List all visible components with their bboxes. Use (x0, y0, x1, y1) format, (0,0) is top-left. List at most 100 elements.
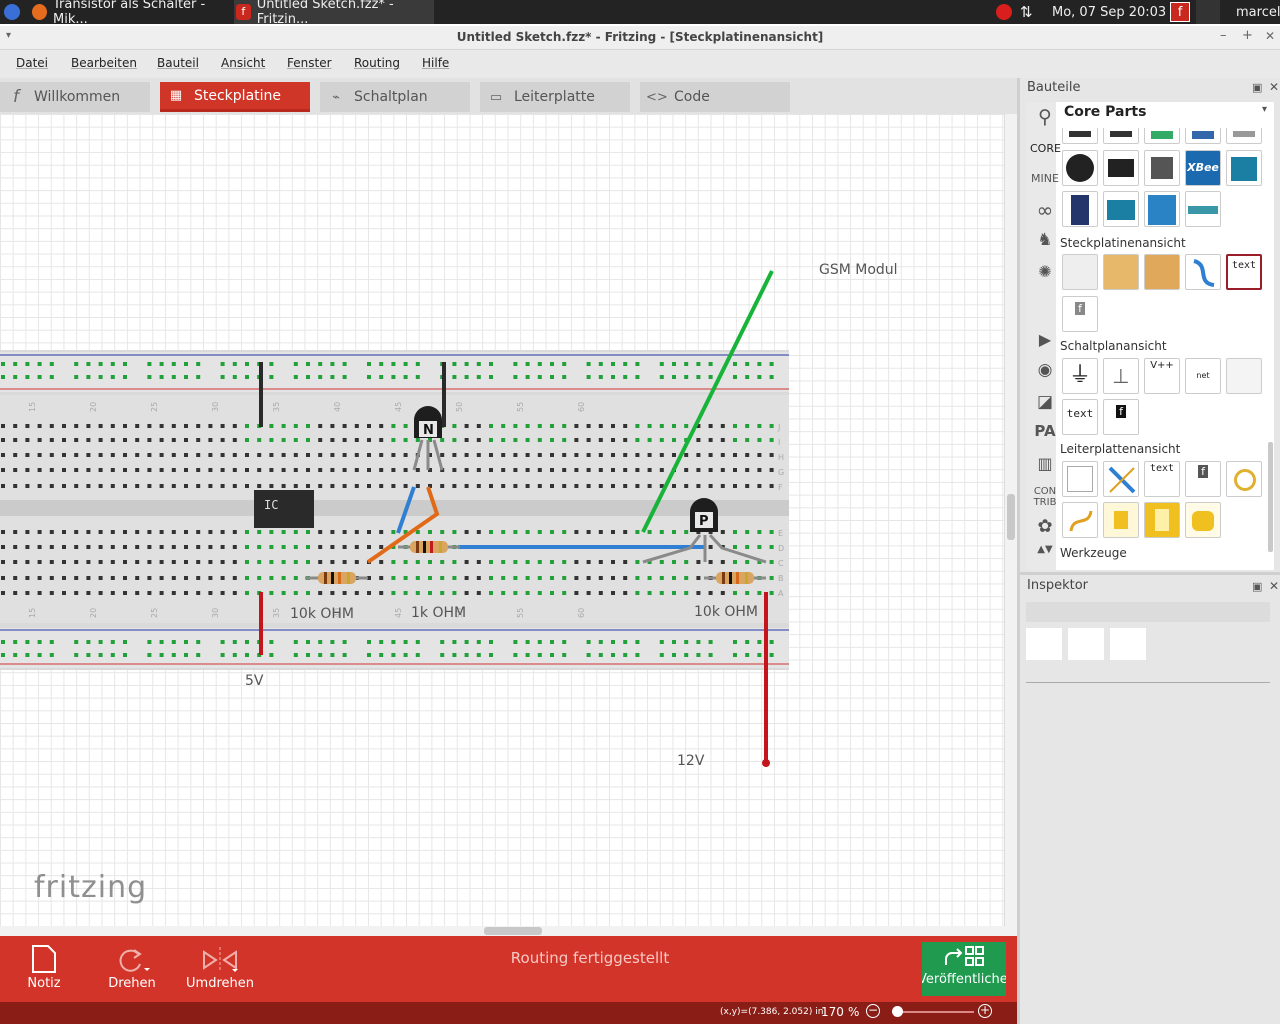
menu-ansicht[interactable]: Ansicht (221, 56, 265, 70)
menu-fenster[interactable]: Fenster (287, 56, 332, 70)
tab-willkommen[interactable]: f Willkommen (0, 82, 150, 112)
part-tile[interactable] (1062, 128, 1098, 144)
part-tile-jumper[interactable] (1103, 461, 1139, 497)
undock-icon[interactable]: ▣ (1252, 81, 1262, 94)
ic-chip[interactable]: IC (254, 490, 314, 528)
tab-leiterplatte[interactable]: ▭ Leiterplatte (480, 82, 630, 112)
part-tile[interactable] (1103, 128, 1139, 144)
part-tile-copper-fill[interactable] (1144, 502, 1180, 538)
chip-icon[interactable]: ▥ (1030, 454, 1060, 473)
part-tile-hole[interactable] (1226, 461, 1262, 497)
transistor-pnp[interactable]: P (690, 498, 718, 532)
part-tile-board[interactable] (1103, 191, 1139, 227)
part-tile-board[interactable] (1062, 191, 1098, 227)
bin-mine[interactable]: MINE (1030, 172, 1060, 185)
part-tile-netlabel[interactable]: net label (1185, 358, 1221, 394)
publish-button[interactable]: Veröffentlichen (922, 942, 1006, 996)
part-tile-logo[interactable]: f (1062, 296, 1098, 332)
fritzing-tray-icon[interactable]: f (1170, 0, 1190, 24)
user-menu[interactable]: marcel (1236, 0, 1280, 24)
app-launcher-icon[interactable] (4, 0, 20, 24)
breadboard-drawing[interactable]: 15 20 25 30 35 40 45 50 55 60 15 20 25 30 35 40 45 50 55 6… (0, 114, 1004, 926)
panel-splitter[interactable] (1020, 572, 1280, 575)
menu-bearbeiten[interactable]: Bearbeiten (71, 56, 137, 70)
part-tile[interactable] (1144, 128, 1180, 144)
play-icon[interactable]: ▶ (1030, 330, 1060, 349)
close-panel-icon[interactable]: ✕ (1269, 579, 1279, 593)
scrollbar-thumb[interactable] (484, 927, 542, 935)
part-tile-ground[interactable]: ⏚ (1062, 358, 1098, 394)
update-notifier-icon[interactable] (996, 0, 1012, 24)
zoom-slider[interactable] (894, 1011, 974, 1013)
breadboard-hole (733, 468, 737, 472)
part-tile-copper-blocker[interactable] (1185, 502, 1221, 538)
part-tile-connector[interactable] (1062, 150, 1098, 186)
menu-routing[interactable]: Routing (354, 56, 400, 70)
breadboard-hole (403, 653, 408, 657)
part-tile-silkscreen-text[interactable]: text (1144, 461, 1180, 497)
snootlab-icon[interactable]: ♞ (1030, 230, 1060, 250)
search-icon[interactable]: ⚲ (1030, 106, 1060, 128)
part-tile-breadboard[interactable] (1062, 254, 1098, 290)
tab-schaltplan[interactable]: ⌁ Schaltplan (320, 82, 470, 112)
clock[interactable]: Mo, 07 Sep 20:03 (1052, 0, 1166, 24)
contrib-vehicle-icon[interactable]: ◪ (1030, 392, 1060, 412)
part-tile-via[interactable] (1062, 502, 1098, 538)
tab-code[interactable]: <> Code (640, 82, 790, 112)
part-tile-lcd[interactable] (1103, 150, 1139, 186)
zoom-value[interactable]: 170 (821, 1005, 844, 1019)
zoom-slider-handle[interactable] (892, 1006, 903, 1017)
parts-scrollbar-thumb[interactable] (1268, 442, 1273, 552)
sparkfun-icon[interactable]: ◉ (1030, 360, 1060, 380)
transistor-npn[interactable]: N (414, 406, 442, 438)
breadboard-hole (391, 438, 396, 442)
tab-steckplatine[interactable]: ▦ Steckplatine (160, 82, 310, 112)
canvas-vertical-scrollbar[interactable] (1004, 114, 1017, 926)
breadboard-canvas[interactable]: 15 20 25 30 35 40 45 50 55 60 15 20 25 30 35 40 45 50 55 6… (0, 114, 1004, 926)
part-tile-pcb[interactable] (1062, 461, 1098, 497)
part-tile-arduino[interactable] (1226, 150, 1262, 186)
zoom-out-icon[interactable]: − (866, 1004, 880, 1018)
maximize-button[interactable]: + (1242, 28, 1253, 43)
network-icon[interactable]: ⇅ (1020, 0, 1033, 24)
part-tile-text[interactable]: text (1226, 254, 1262, 290)
part-tile[interactable] (1185, 128, 1221, 144)
part-tile-module[interactable] (1144, 150, 1180, 186)
canvas-horizontal-scrollbar[interactable] (0, 926, 1017, 936)
part-tile-xbee[interactable]: XBee (1185, 150, 1221, 186)
part-tile-frame[interactable] (1226, 358, 1262, 394)
part-tile-power[interactable]: ⊥ (1103, 358, 1139, 394)
close-button[interactable]: ✕ (1265, 29, 1275, 43)
close-panel-icon[interactable]: ✕ (1269, 80, 1279, 94)
scroll-arrows-icon[interactable]: ▲▼ (1030, 544, 1060, 555)
part-tile-strip[interactable] (1185, 191, 1221, 227)
taskbar-window-firefox[interactable]: Transistor als Schalter - Mik... (32, 0, 232, 27)
part-tile-stripboard[interactable] (1144, 254, 1180, 290)
menu-datei[interactable]: Datei (16, 56, 48, 70)
undock-icon[interactable]: ▣ (1252, 580, 1262, 593)
breadboard-hole (757, 591, 762, 595)
bin-menu-icon[interactable]: ▾ (1262, 104, 1267, 115)
part-tile-schematic-logo[interactable]: f (1103, 399, 1139, 435)
gear-icon[interactable]: ✿ (1030, 516, 1060, 537)
taskbar-window-fritzing[interactable]: f Untitled Sketch.fzz* - Fritzin... (234, 0, 434, 27)
minimize-button[interactable]: – (1220, 28, 1227, 43)
scrollbar-thumb[interactable] (1007, 494, 1015, 540)
bin-core[interactable]: CORE (1030, 142, 1061, 155)
seeed-icon[interactable]: ✺ (1030, 262, 1060, 281)
arduino-icon[interactable]: ∞ (1030, 198, 1060, 222)
part-tile-pad[interactable] (1103, 502, 1139, 538)
zoom-in-icon[interactable]: + (978, 1004, 992, 1018)
part-tile-schematic-text[interactable]: text (1062, 399, 1098, 435)
breadboard-hole (306, 640, 310, 644)
part-tile-perfboard[interactable] (1103, 254, 1139, 290)
bin-contrib[interactable]: CON TRIB (1030, 486, 1060, 508)
menu-hilfe[interactable]: Hilfe (422, 56, 449, 70)
menu-bauteil[interactable]: Bauteil (157, 56, 199, 70)
pa-icon[interactable]: PA (1030, 422, 1060, 440)
part-tile-vcc[interactable]: V++ (1144, 358, 1180, 394)
part-tile-proto[interactable] (1144, 191, 1180, 227)
part-tile-wire[interactable] (1185, 254, 1221, 290)
part-tile-silkscreen-logo[interactable]: f (1185, 461, 1221, 497)
part-tile[interactable] (1226, 128, 1262, 144)
